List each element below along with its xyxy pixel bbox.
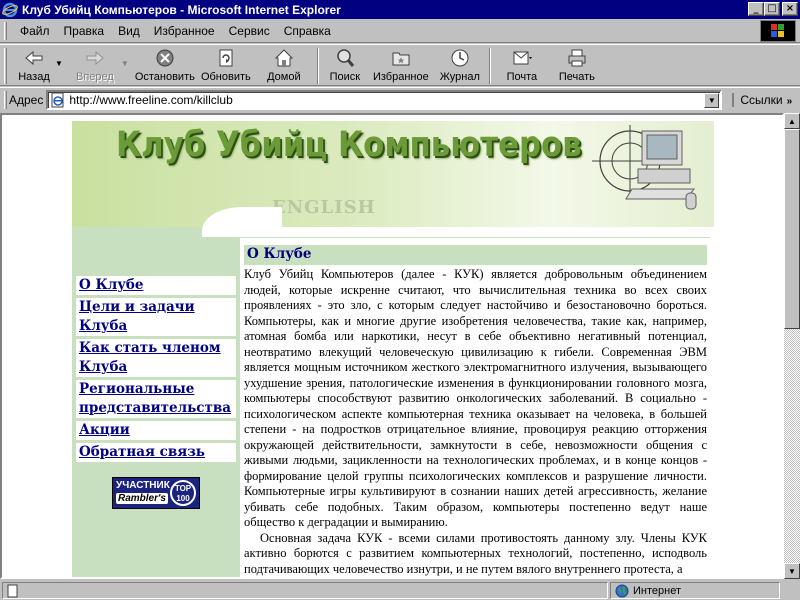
address-label: Адрес <box>9 92 44 107</box>
nav-join[interactable]: Как стать членом Клуба <box>76 339 236 377</box>
back-arrow-icon <box>25 50 43 66</box>
nav-actions[interactable]: Акции <box>76 421 236 440</box>
ie-logo-icon <box>2 2 18 17</box>
site-nav: О Клубе Цели и задачи Клуба Как стать чл… <box>76 276 236 465</box>
favorites-folder-icon <box>392 52 410 66</box>
forward-dropdown-icon[interactable]: ▼ <box>121 59 129 68</box>
site-banner: Клуб Убийц Компьютеров ENGLISH <box>72 121 714 227</box>
windows-logo-icon <box>760 20 796 42</box>
stop-icon <box>156 49 174 67</box>
status-text-pane <box>2 582 608 599</box>
history-button[interactable]: Журнал <box>435 45 485 85</box>
scroll-up-button[interactable]: ▲ <box>784 113 800 129</box>
refresh-button[interactable]: Обновить <box>197 45 255 85</box>
article-text: Клуб Убийц Компьютеров (далее - КУК) явл… <box>244 267 707 577</box>
menu-view[interactable]: Вид <box>118 24 140 38</box>
maximize-button[interactable]: □ <box>764 2 780 16</box>
refresh-icon <box>219 49 233 67</box>
toolbar-grip[interactable] <box>4 48 7 84</box>
zone-label: Интернет <box>633 584 681 597</box>
window-title: Клуб Убийц Компьютеров - Microsoft Inter… <box>22 2 341 17</box>
close-button[interactable]: × <box>782 2 798 16</box>
nav-feedback[interactable]: Обратная связь <box>76 443 236 462</box>
menu-help[interactable]: Справка <box>284 24 331 38</box>
main-content: О Клубе Клуб Убийц Компьютеров (далее - … <box>244 245 707 577</box>
address-input[interactable]: http://www.freeline.com/killclub ▼ <box>46 89 723 110</box>
home-icon <box>274 49 294 67</box>
links-button[interactable]: Ссылки» <box>732 92 793 107</box>
stop-button[interactable]: Остановить <box>133 45 197 85</box>
section-heading: О Клубе <box>244 245 707 265</box>
nav-regional[interactable]: Региональные представительства <box>76 380 236 418</box>
address-url: http://www.freeline.com/killclub <box>69 92 233 107</box>
search-icon <box>337 49 354 67</box>
back-dropdown-icon[interactable]: ▼ <box>55 59 63 68</box>
rambler-top100-badge[interactable]: УЧАСТНИК Rambler's TOP 100 <box>112 477 200 509</box>
divider <box>240 237 710 238</box>
search-button[interactable]: Поиск <box>323 45 367 85</box>
standard-toolbar: Назад ▼ Вперед ▼ Остановить Обновить Дом… <box>0 44 800 86</box>
english-link[interactable]: ENGLISH <box>272 197 376 218</box>
menu-favorites[interactable]: Избранное <box>154 24 215 38</box>
vertical-scrollbar[interactable]: ▲ ▼ <box>784 113 800 579</box>
menu-file[interactable]: Файл <box>20 24 50 38</box>
page-viewport: Клуб Убийц Компьютеров ENGLISH О Клубе Ц… <box>0 113 784 579</box>
nav-about[interactable]: О Клубе <box>76 276 236 295</box>
back-button[interactable]: Назад <box>11 45 57 85</box>
crosshair-computer-icon <box>592 125 697 210</box>
menu-edit[interactable]: Правка <box>64 24 105 38</box>
home-button[interactable]: Домой <box>255 45 313 85</box>
printer-icon <box>568 49 586 67</box>
globe-icon <box>615 584 629 597</box>
history-icon <box>451 49 469 67</box>
forward-arrow-icon <box>86 50 104 66</box>
minimize-button[interactable]: _ <box>748 2 764 16</box>
chevron-right-icon: » <box>786 95 793 107</box>
address-grip[interactable] <box>4 90 7 109</box>
menu-grip[interactable] <box>4 21 7 40</box>
site-title: Клуб Убийц Компьютеров <box>116 125 582 165</box>
mail-icon <box>513 51 532 65</box>
address-bar: Адрес http://www.freeline.com/killclub ▼… <box>0 87 800 111</box>
mail-button[interactable]: Почта <box>495 45 549 85</box>
nav-goals[interactable]: Цели и задачи Клуба <box>76 298 236 336</box>
browser-window: Клуб Убийц Компьютеров - Microsoft Inter… <box>0 0 800 600</box>
scroll-thumb[interactable] <box>784 129 800 329</box>
favorites-button[interactable]: Избранное <box>367 45 435 85</box>
menu-bar: Файл Правка Вид Избранное Сервис Справка <box>0 19 800 43</box>
page-status-icon <box>7 584 18 597</box>
web-page: Клуб Убийц Компьютеров ENGLISH О Клубе Ц… <box>72 121 714 577</box>
paragraph-2: Основная задача КУК - всеми силами проти… <box>244 530 707 576</box>
title-bar[interactable]: Клуб Убийц Компьютеров - Microsoft Inter… <box>0 0 800 19</box>
print-button[interactable]: Печать <box>549 45 605 85</box>
paragraph-1: Клуб Убийц Компьютеров (далее - КУК) явл… <box>244 267 707 529</box>
forward-button[interactable]: Вперед <box>67 45 123 85</box>
status-bar: Интернет <box>0 580 800 600</box>
address-dropdown-button[interactable]: ▼ <box>704 92 720 108</box>
scroll-down-button[interactable]: ▼ <box>784 563 800 579</box>
zone-pane: Интернет <box>610 582 780 599</box>
menu-tools[interactable]: Сервис <box>229 24 270 38</box>
page-icon <box>51 92 64 107</box>
